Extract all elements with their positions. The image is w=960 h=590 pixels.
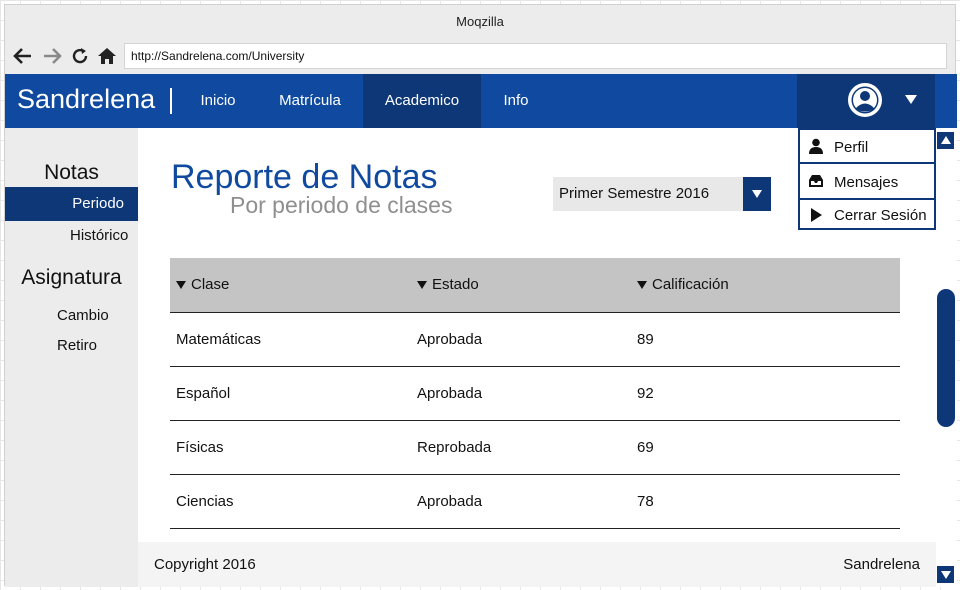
sort-down-icon[interactable] [637, 281, 647, 290]
top-navbar: Sandrelena Inicio Matrícula Academico In… [5, 74, 957, 128]
column-header-clase[interactable]: Clase [170, 258, 417, 313]
user-dropdown-menu: Perfil Mensajes Cerrar Sesión [798, 128, 936, 230]
period-select[interactable]: Primer Semestre 2016 [553, 177, 771, 211]
user-menu-toggle[interactable] [797, 74, 935, 128]
table-row: Físicas Reprobada 69 [170, 420, 900, 475]
table-row: Español Aprobada 92 [170, 366, 900, 421]
cell-calificacion: 89 [637, 312, 900, 367]
cell-clase: Ciencias [170, 474, 417, 529]
scroll-down-icon[interactable] [937, 566, 954, 583]
sort-down-icon[interactable] [417, 281, 427, 290]
period-select-value: Primer Semestre 2016 [559, 185, 710, 202]
nav-item-matricula[interactable]: Matrícula [257, 74, 363, 128]
brand-divider [170, 88, 172, 114]
menu-item-perfil[interactable]: Perfil [800, 130, 934, 162]
menu-item-cerrar-sesion[interactable]: Cerrar Sesión [800, 200, 934, 230]
browser-window: Moqzilla http://Sandrelena.com/Universit… [4, 4, 957, 587]
footer-brand: Sandrelena [843, 556, 920, 573]
sidebar: Notas Periodo Histórico Asignatura Cambi… [5, 128, 138, 587]
browser-toolbar: http://Sandrelena.com/University [5, 41, 955, 71]
cell-calificacion: 78 [637, 474, 900, 529]
cell-estado: Aprobada [417, 474, 637, 529]
back-arrow-icon[interactable] [11, 44, 35, 68]
table-header-row: Clase Estado Calificación [170, 258, 900, 313]
cell-clase: Español [170, 366, 417, 421]
brand-logo[interactable]: Sandrelena [17, 74, 155, 128]
vertical-scrollbar[interactable] [936, 128, 957, 587]
cell-calificacion: 92 [637, 366, 900, 421]
caret-down-icon[interactable] [905, 95, 917, 104]
inbox-icon [809, 175, 823, 187]
sidebar-heading-asignatura: Asignatura [21, 266, 122, 289]
page-footer: Copyright 2016 Sandrelena [138, 542, 936, 587]
sort-down-icon[interactable] [176, 281, 186, 290]
scroll-up-icon[interactable] [937, 132, 954, 149]
sidebar-heading-notas: Notas [44, 161, 99, 184]
user-circle-icon[interactable] [847, 82, 883, 118]
forward-arrow-icon[interactable] [40, 44, 64, 68]
grades-table: Clase Estado Calificación Matemáticas Ap… [170, 258, 900, 529]
column-header-estado[interactable]: Estado [417, 258, 637, 313]
cell-clase: Físicas [170, 420, 417, 475]
scroll-thumb[interactable] [937, 289, 955, 427]
url-input[interactable]: http://Sandrelena.com/University [124, 43, 947, 69]
reload-icon[interactable] [68, 44, 92, 68]
window-title: Moqzilla [456, 14, 504, 29]
table-row: Ciencias Aprobada 78 [170, 474, 900, 529]
sidebar-item-periodo[interactable]: Periodo [5, 187, 138, 221]
cell-clase: Matemáticas [170, 312, 417, 367]
cell-estado: Aprobada [417, 366, 637, 421]
footer-copyright: Copyright 2016 [154, 556, 256, 573]
sidebar-item-historico[interactable]: Histórico [70, 227, 128, 244]
menu-item-mensajes[interactable]: Mensajes [800, 164, 934, 198]
cell-estado: Aprobada [417, 312, 637, 367]
sidebar-item-retiro[interactable]: Retiro [57, 337, 97, 354]
nav-item-inicio[interactable]: Inicio [179, 74, 257, 128]
cell-estado: Reprobada [417, 420, 637, 475]
sidebar-item-cambio[interactable]: Cambio [57, 307, 109, 324]
nav-item-info[interactable]: Info [481, 74, 551, 128]
page-subtitle: Por periodo de clases [230, 192, 453, 218]
person-icon [809, 138, 823, 154]
cell-calificacion: 69 [637, 420, 900, 475]
chevron-down-icon[interactable] [743, 177, 771, 211]
play-arrow-icon [811, 208, 822, 222]
nav-item-academico[interactable]: Academico [363, 74, 481, 128]
home-icon[interactable] [95, 44, 119, 68]
table-row: Matemáticas Aprobada 89 [170, 312, 900, 367]
column-header-calificacion[interactable]: Calificación [637, 258, 900, 313]
